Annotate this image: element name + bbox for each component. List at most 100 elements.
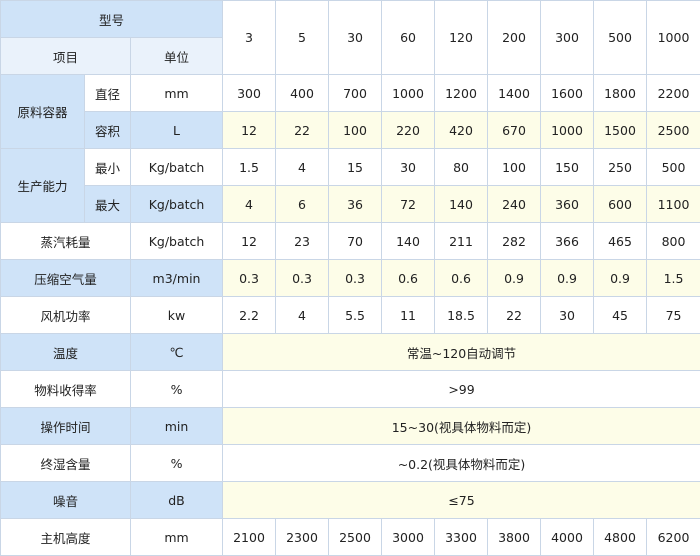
header-row-top: 型号 3 5 30 60 120 200 300 500 1000 bbox=[0, 0, 700, 75]
table-row: 压缩空气量 m3/min 0.3 0.3 0.3 0.6 0.6 0.9 0.9… bbox=[0, 259, 700, 297]
value-cell: 2500 bbox=[328, 518, 383, 556]
table-row: 生产能力 最小 Kg/batch 1.5 4 15 30 80 100 150 … bbox=[0, 148, 700, 223]
value-cell: 0.3 bbox=[222, 259, 277, 297]
value-cell: 150 bbox=[540, 148, 595, 186]
value-cell: 0.9 bbox=[540, 259, 595, 297]
value-cell: 282 bbox=[487, 222, 542, 260]
value-cell: 5.5 bbox=[328, 296, 383, 334]
value-cell: 22 bbox=[275, 111, 330, 149]
group-label-capacity: 生产能力 bbox=[0, 148, 85, 223]
model-300: 300 bbox=[540, 0, 595, 75]
row-label: 噪音 bbox=[0, 481, 131, 519]
value-cell: 240 bbox=[487, 185, 542, 223]
value-cell: 0.6 bbox=[434, 259, 489, 297]
row-label: 蒸汽耗量 bbox=[0, 222, 131, 260]
value-cell: 1600 bbox=[540, 74, 595, 112]
value-cell: 1.5 bbox=[646, 259, 700, 297]
value-cell: 2300 bbox=[275, 518, 330, 556]
value-cell: 4 bbox=[222, 185, 277, 223]
sub-label: 最大 bbox=[84, 185, 131, 223]
value-cell: 1000 bbox=[381, 74, 436, 112]
row-label: 风机功率 bbox=[0, 296, 131, 334]
unit-cell: ℃ bbox=[129, 333, 224, 371]
table-row: 容积 L 12 22 100 220 420 670 1000 1500 250… bbox=[1, 111, 700, 149]
value-cell: 100 bbox=[328, 111, 383, 149]
value-cell: 400 bbox=[275, 74, 330, 112]
table-row: 风机功率 kw 2.2 4 5.5 11 18.5 22 30 45 75 bbox=[0, 296, 700, 334]
unit-cell: kw bbox=[129, 296, 224, 334]
value-cell: 0.6 bbox=[381, 259, 436, 297]
model-120: 120 bbox=[434, 0, 489, 75]
table-row: 主机高度 mm 2100 2300 2500 3000 3300 3800 40… bbox=[0, 518, 700, 556]
table-row: 操作时间 min 15~30(视具体物料而定) bbox=[0, 407, 700, 445]
unit-cell: % bbox=[129, 370, 224, 408]
value-cell: 0.3 bbox=[328, 259, 383, 297]
value-cell: 12 bbox=[222, 111, 277, 149]
merged-value-cell: ≤75 bbox=[222, 481, 700, 519]
model-header: 型号 bbox=[0, 0, 224, 38]
row-label: 操作时间 bbox=[0, 407, 131, 445]
value-cell: 3300 bbox=[434, 518, 489, 556]
value-cell: 23 bbox=[275, 222, 330, 260]
model-60: 60 bbox=[381, 0, 436, 75]
row-label: 压缩空气量 bbox=[0, 259, 131, 297]
model-1000: 1000 bbox=[646, 0, 700, 75]
value-cell: 700 bbox=[328, 74, 383, 112]
row-label: 物料收得率 bbox=[0, 370, 131, 408]
merged-value-cell: ~0.2(视具体物料而定) bbox=[222, 444, 700, 482]
value-cell: 800 bbox=[646, 222, 700, 260]
value-cell: 1500 bbox=[593, 111, 648, 149]
model-3: 3 bbox=[222, 0, 277, 75]
value-cell: 6200 bbox=[646, 518, 700, 556]
unit-cell: Kg/batch bbox=[129, 148, 224, 186]
value-cell: 360 bbox=[540, 185, 595, 223]
value-cell: 1200 bbox=[434, 74, 489, 112]
table-row: 物料收得率 % >99 bbox=[0, 370, 700, 408]
value-cell: 4000 bbox=[540, 518, 595, 556]
value-cell: 0.9 bbox=[593, 259, 648, 297]
value-cell: 18.5 bbox=[434, 296, 489, 334]
merged-value-cell: 常温~120自动调节 bbox=[222, 333, 700, 371]
unit-cell: L bbox=[129, 111, 224, 149]
unit-cell: dB bbox=[129, 481, 224, 519]
sub-label: 最小 bbox=[84, 148, 131, 186]
value-cell: 12 bbox=[222, 222, 277, 260]
value-cell: 0.3 bbox=[275, 259, 330, 297]
row-label: 主机高度 bbox=[0, 518, 131, 556]
value-cell: 500 bbox=[646, 148, 700, 186]
sub-label: 直径 bbox=[84, 74, 131, 112]
value-cell: 1000 bbox=[540, 111, 595, 149]
value-cell: 100 bbox=[487, 148, 542, 186]
value-cell: 211 bbox=[434, 222, 489, 260]
value-cell: 11 bbox=[381, 296, 436, 334]
value-cell: 2200 bbox=[646, 74, 700, 112]
value-cell: 72 bbox=[381, 185, 436, 223]
value-cell: 4 bbox=[275, 148, 330, 186]
unit-cell: mm bbox=[129, 518, 224, 556]
value-cell: 140 bbox=[434, 185, 489, 223]
value-cell: 1400 bbox=[487, 74, 542, 112]
value-cell: 4800 bbox=[593, 518, 648, 556]
value-cell: 220 bbox=[381, 111, 436, 149]
value-cell: 6 bbox=[275, 185, 330, 223]
table-row: 噪音 dB ≤75 bbox=[0, 481, 700, 519]
value-cell: 22 bbox=[487, 296, 542, 334]
value-cell: 420 bbox=[434, 111, 489, 149]
spec-table: 型号 3 5 30 60 120 200 300 500 1000 项目 单位 … bbox=[0, 0, 700, 556]
value-cell: 1100 bbox=[646, 185, 700, 223]
value-cell: 140 bbox=[381, 222, 436, 260]
value-cell: 15 bbox=[328, 148, 383, 186]
table-row: 最大 Kg/batch 4 6 36 72 140 240 360 600 11… bbox=[1, 185, 700, 223]
table-row: 蒸汽耗量 Kg/batch 12 23 70 140 211 282 366 4… bbox=[0, 222, 700, 260]
sub-label: 容积 bbox=[84, 111, 131, 149]
table-row: 温度 ℃ 常温~120自动调节 bbox=[0, 333, 700, 371]
group-label-container: 原料容器 bbox=[0, 74, 85, 149]
model-30: 30 bbox=[328, 0, 383, 75]
unit-cell: min bbox=[129, 407, 224, 445]
value-cell: 366 bbox=[540, 222, 595, 260]
value-cell: 75 bbox=[646, 296, 700, 334]
model-500: 500 bbox=[593, 0, 648, 75]
table-row: 原料容器 直径 mm 300 400 700 1000 1200 1400 16… bbox=[0, 74, 700, 149]
value-cell: 300 bbox=[222, 74, 277, 112]
unit-cell: mm bbox=[129, 74, 224, 112]
